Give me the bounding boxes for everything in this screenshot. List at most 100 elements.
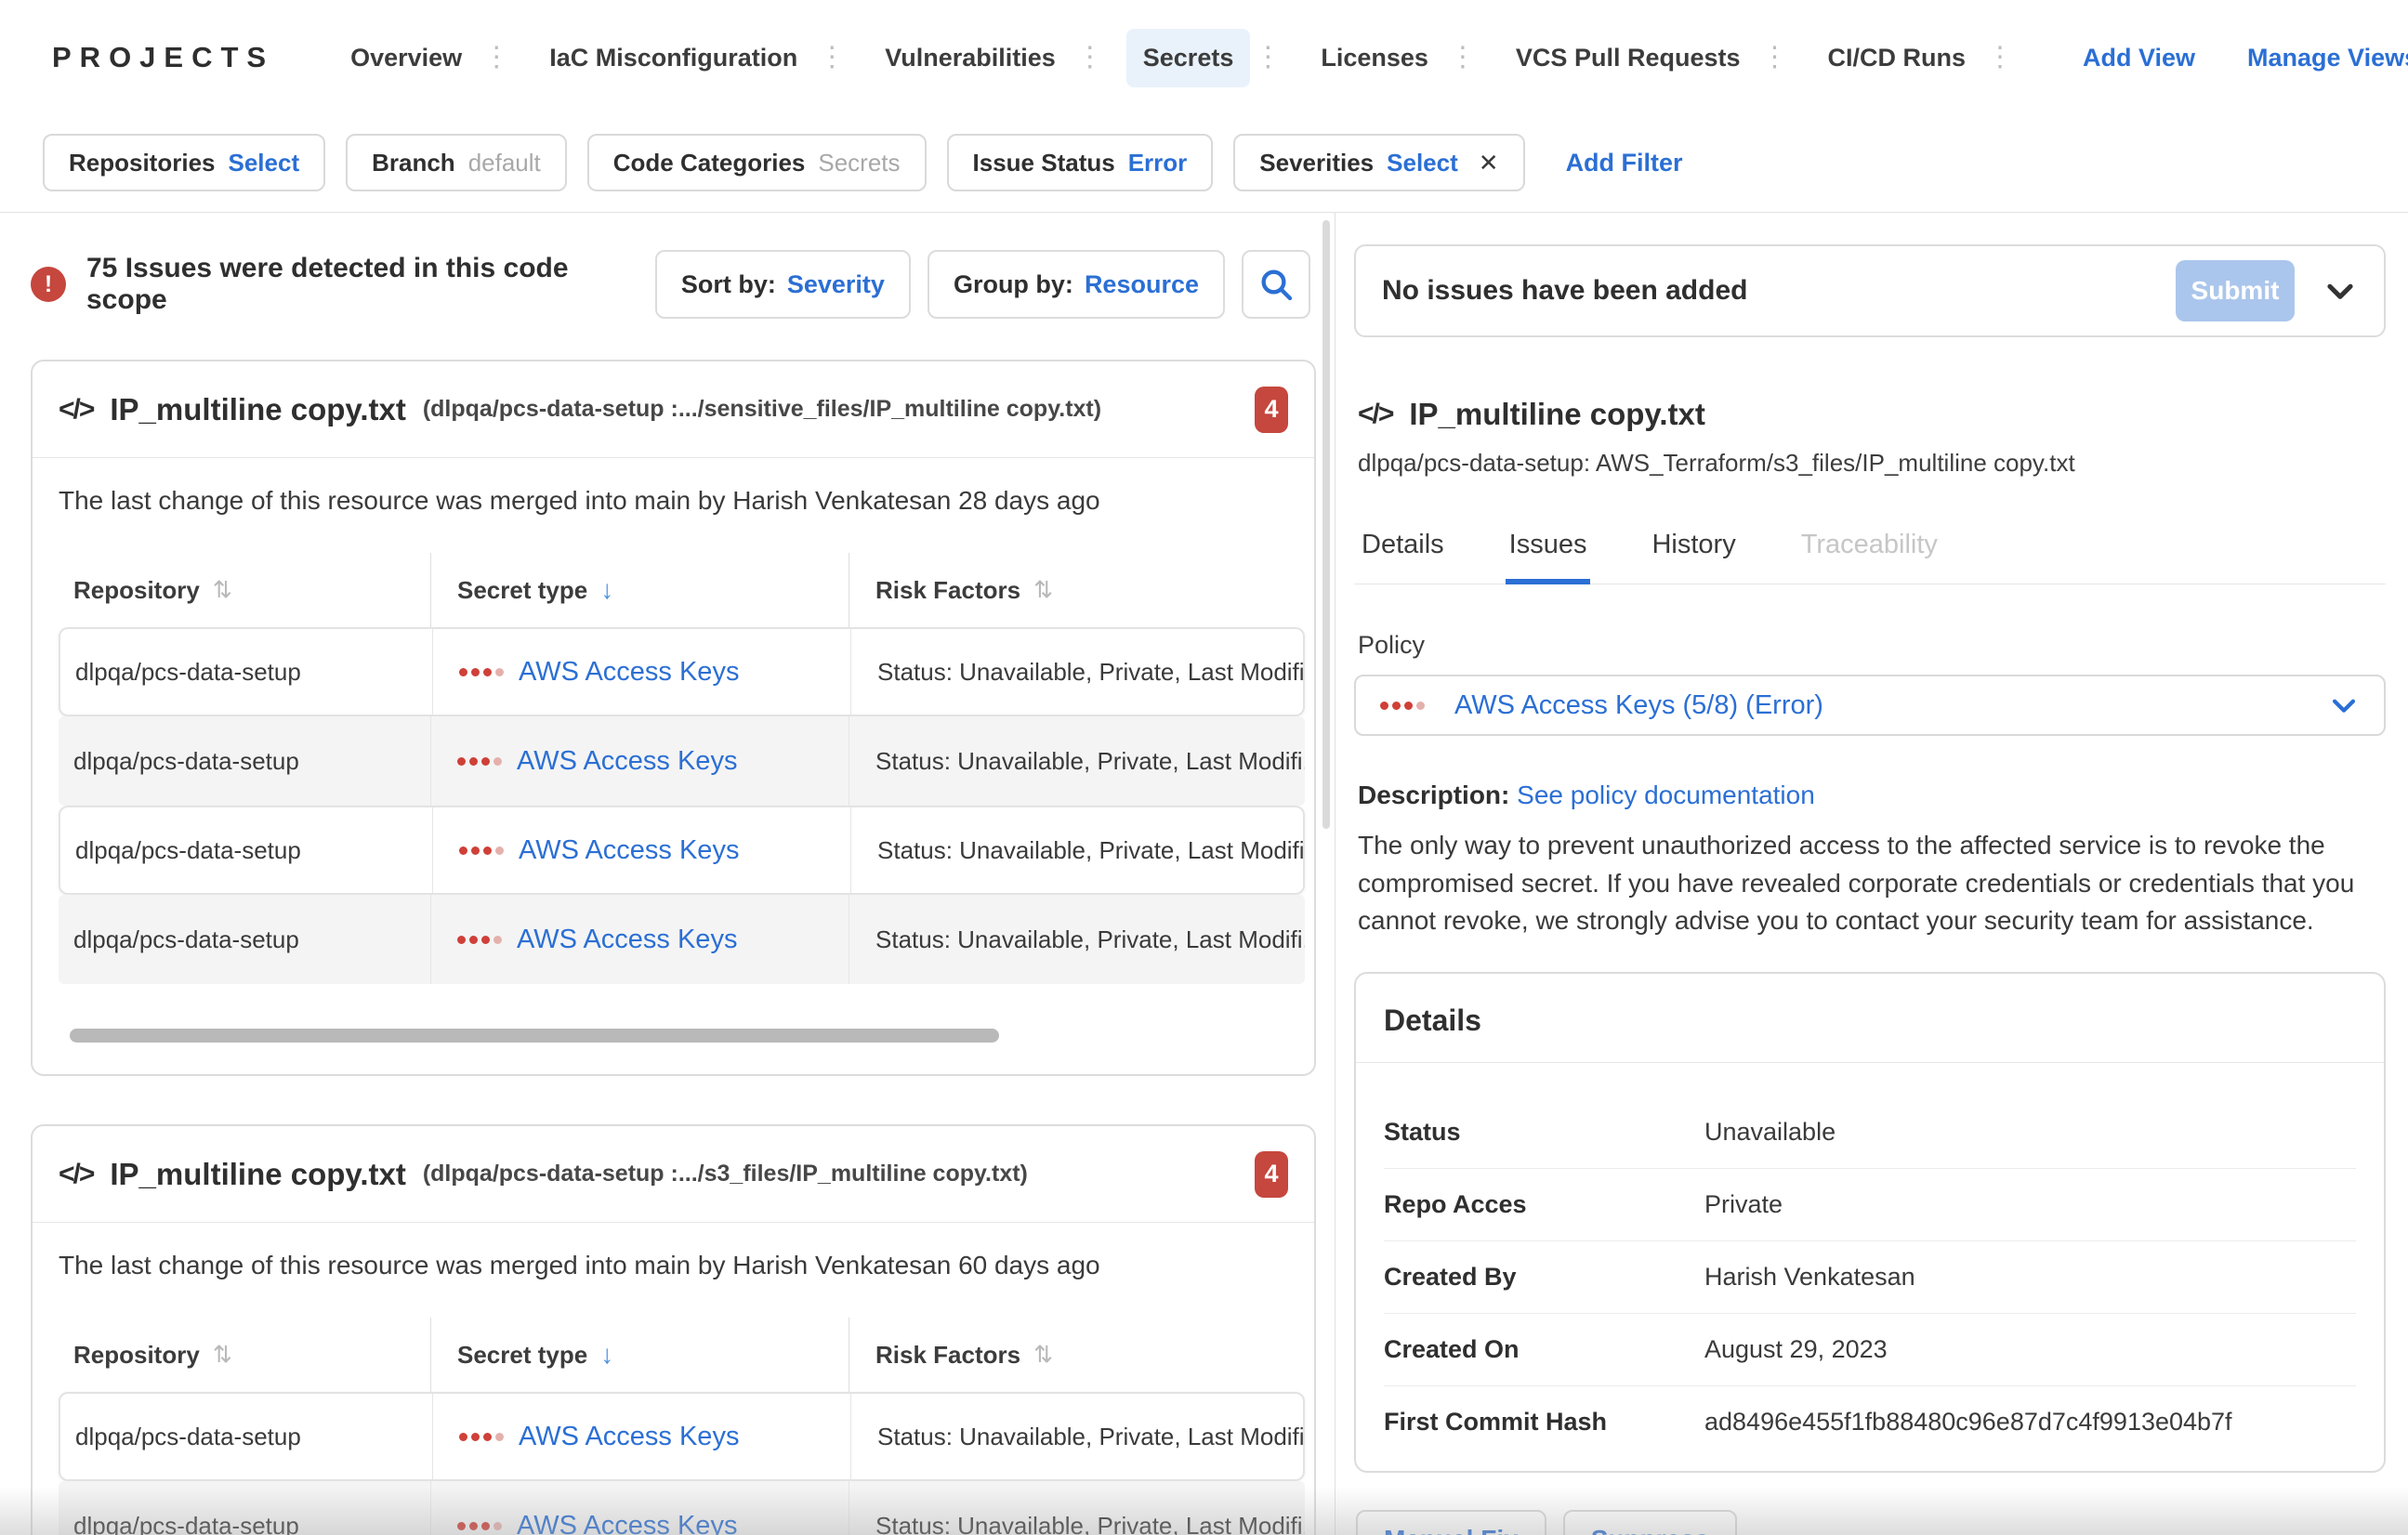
table-row[interactable]: dlpqa/pcs-data-setup AWS Access Keys Sta… — [59, 716, 1305, 806]
filter-chip-value: Secrets — [818, 149, 900, 177]
tab-history[interactable]: History — [1648, 517, 1739, 584]
vertical-scrollbar-thumb[interactable] — [1322, 220, 1330, 829]
policy-documentation-link[interactable]: See policy documentation — [1517, 781, 1815, 809]
table-column-label: Secret type — [457, 576, 587, 605]
policy-dropdown[interactable]: AWS Access Keys (5/8) (Error) — [1354, 675, 2386, 736]
kebab-menu-icon[interactable]: ⋮ — [482, 44, 510, 72]
kebab-menu-icon[interactable]: ⋮ — [1254, 44, 1282, 72]
kebab-menu-icon[interactable]: ⋮ — [1076, 44, 1104, 72]
nav-tab-group: Licenses ⋮ — [1304, 29, 1499, 87]
tab-secrets[interactable]: Secrets — [1126, 29, 1251, 87]
list-controls: Sort by: Severity Group by: Resource — [655, 250, 1310, 319]
secret-type-cell: AWS Access Keys — [430, 895, 849, 984]
resource-detail-header: </> IP_multiline copy.txt — [1354, 397, 2386, 432]
kebab-menu-icon[interactable]: ⋮ — [1449, 44, 1477, 72]
suppress-button[interactable]: Suppress — [1563, 1510, 1738, 1535]
sort-icon[interactable]: ⇅ — [213, 576, 232, 604]
resource-card-header[interactable]: </> IP_multiline copy.txt (dlpqa/pcs-dat… — [33, 361, 1314, 458]
last-change-note: The last change of this resource was mer… — [59, 1251, 1314, 1280]
detail-row: First Commit Hash ad8496e455f1fb88480c96… — [1384, 1386, 2356, 1458]
horizontal-scrollbar-thumb[interactable] — [70, 1029, 999, 1043]
submit-button[interactable]: Submit — [2176, 260, 2295, 321]
table-column-header[interactable]: Repository ⇅ — [59, 1341, 430, 1370]
sort-icon[interactable]: ↓ — [600, 575, 613, 605]
secret-type-link[interactable]: AWS Access Keys — [517, 1511, 737, 1535]
policy-label: Policy — [1354, 631, 2386, 660]
tab-vulnerabilities[interactable]: Vulnerabilities — [868, 29, 1072, 87]
tab-details[interactable]: Details — [1358, 517, 1448, 584]
tab-licenses[interactable]: Licenses — [1304, 29, 1445, 87]
sort-icon[interactable]: ⇅ — [213, 1341, 232, 1369]
secret-type-link[interactable]: AWS Access Keys — [519, 1422, 739, 1452]
secret-type-link[interactable]: AWS Access Keys — [517, 746, 737, 777]
issues-panel: ! 75 Issues were detected in this code s… — [0, 213, 1336, 1535]
manual-fix-button[interactable]: Manual Fix — [1356, 1510, 1546, 1535]
table-row[interactable]: dlpqa/pcs-data-setup AWS Access Keys Sta… — [59, 1392, 1305, 1481]
table-column-header[interactable]: Secret type ↓ — [430, 553, 849, 627]
risk-factors-cell: Status: Unavailable, Private, Last Modif… — [850, 629, 1303, 715]
add-filter-button[interactable]: Add Filter — [1560, 148, 1689, 178]
detail-row-label: Created By — [1384, 1263, 1704, 1292]
tab-overview[interactable]: Overview — [334, 29, 479, 87]
filter-chip-label: Repositories — [69, 149, 216, 177]
tab-traceability[interactable]: Traceability — [1797, 517, 1941, 584]
details-panel: No issues have been added Submit </> IP_… — [1336, 213, 2408, 1535]
kebab-menu-icon[interactable]: ⋮ — [1761, 44, 1789, 72]
table-column-header[interactable]: Risk Factors ⇅ — [849, 553, 1314, 627]
masked-secret-icon — [459, 668, 504, 676]
table-row[interactable]: dlpqa/pcs-data-setup AWS Access Keys Sta… — [59, 895, 1305, 984]
main-content: ! 75 Issues were detected in this code s… — [0, 213, 2408, 1535]
code-file-icon: </> — [59, 394, 93, 426]
nav-tab-group: Secrets ⋮ — [1126, 29, 1305, 87]
filter-chip-repositories[interactable]: Repositories Select — [43, 134, 325, 191]
filter-chip-label: Severities — [1259, 149, 1374, 177]
detail-row-value: ad8496e455f1fb88480c96e87d7c4f9913e04b7f — [1704, 1408, 2232, 1437]
filter-chip-branch[interactable]: Branch default — [346, 134, 567, 191]
detail-row: Created On August 29, 2023 — [1384, 1314, 2356, 1386]
group-by-control[interactable]: Group by: Resource — [928, 250, 1225, 319]
manage-views-link[interactable]: Manage Views — [2242, 43, 2408, 73]
resource-card: </> IP_multiline copy.txt (dlpqa/pcs-dat… — [31, 1124, 1316, 1535]
secret-type-link[interactable]: AWS Access Keys — [519, 657, 739, 688]
projects-page: PROJECTS Overview ⋮ IaC Misconfiguration… — [0, 0, 2408, 1535]
detail-row-value: Private — [1704, 1190, 1783, 1219]
search-button[interactable] — [1242, 250, 1310, 319]
sort-icon[interactable]: ⇅ — [1033, 1341, 1053, 1369]
table-row[interactable]: dlpqa/pcs-data-setup AWS Access Keys Sta… — [59, 806, 1305, 895]
nav-tab-label: Vulnerabilities — [885, 44, 1056, 72]
table-column-header[interactable]: Repository ⇅ — [59, 576, 430, 605]
nav-tab-label: VCS Pull Requests — [1516, 44, 1741, 72]
table-column-label: Risk Factors — [875, 1341, 1020, 1370]
secret-type-link[interactable]: AWS Access Keys — [517, 925, 737, 955]
sort-icon[interactable]: ⇅ — [1033, 576, 1053, 604]
masked-secret-icon — [459, 1433, 504, 1441]
detail-tabs: Details Issues History Traceability — [1354, 517, 2386, 584]
resource-card-header[interactable]: </> IP_multiline copy.txt (dlpqa/pcs-dat… — [33, 1126, 1314, 1223]
table-row[interactable]: dlpqa/pcs-data-setup AWS Access Keys Sta… — [59, 1481, 1305, 1535]
secret-type-link[interactable]: AWS Access Keys — [519, 835, 739, 866]
kebab-menu-icon[interactable]: ⋮ — [1986, 44, 2014, 72]
detail-row: Repo Acces Private — [1384, 1169, 2356, 1241]
tab-iac-misconfiguration[interactable]: IaC Misconfiguration — [533, 29, 814, 87]
add-view-link[interactable]: Add View — [2077, 43, 2201, 73]
close-icon[interactable]: ✕ — [1479, 149, 1499, 177]
detail-row: Status Unavailable — [1384, 1096, 2356, 1169]
table-column-header[interactable]: Risk Factors ⇅ — [849, 1318, 1314, 1392]
chevron-down-icon[interactable] — [2322, 273, 2358, 308]
risk-factors-cell: Status: Unavailable, Private, Last Modif… — [849, 1481, 1305, 1535]
filter-chip-code-categories[interactable]: Code Categories Secrets — [587, 134, 927, 191]
details-box-title: Details — [1356, 974, 2384, 1063]
sort-by-control[interactable]: Sort by: Severity — [655, 250, 911, 319]
table-row[interactable]: dlpqa/pcs-data-setup AWS Access Keys Sta… — [59, 627, 1305, 716]
kebab-menu-icon[interactable]: ⋮ — [818, 44, 846, 72]
detail-row-value: August 29, 2023 — [1704, 1335, 1888, 1364]
filter-chip-issue-status[interactable]: Issue Status Error — [947, 134, 1214, 191]
table-column-header[interactable]: Secret type ↓ — [430, 1318, 849, 1392]
tab-ci-cd-runs[interactable]: CI/CD Runs — [1811, 29, 1983, 87]
tab-vcs-pull-requests[interactable]: VCS Pull Requests — [1499, 29, 1757, 87]
details-rows: Status Unavailable Repo Acces Private Cr… — [1356, 1063, 2384, 1471]
nav-tab-group: CI/CD Runs ⋮ — [1811, 29, 2037, 87]
sort-icon[interactable]: ↓ — [600, 1340, 613, 1370]
filter-chip-severities[interactable]: Severities Select ✕ — [1233, 134, 1524, 191]
tab-issues[interactable]: Issues — [1506, 517, 1591, 584]
